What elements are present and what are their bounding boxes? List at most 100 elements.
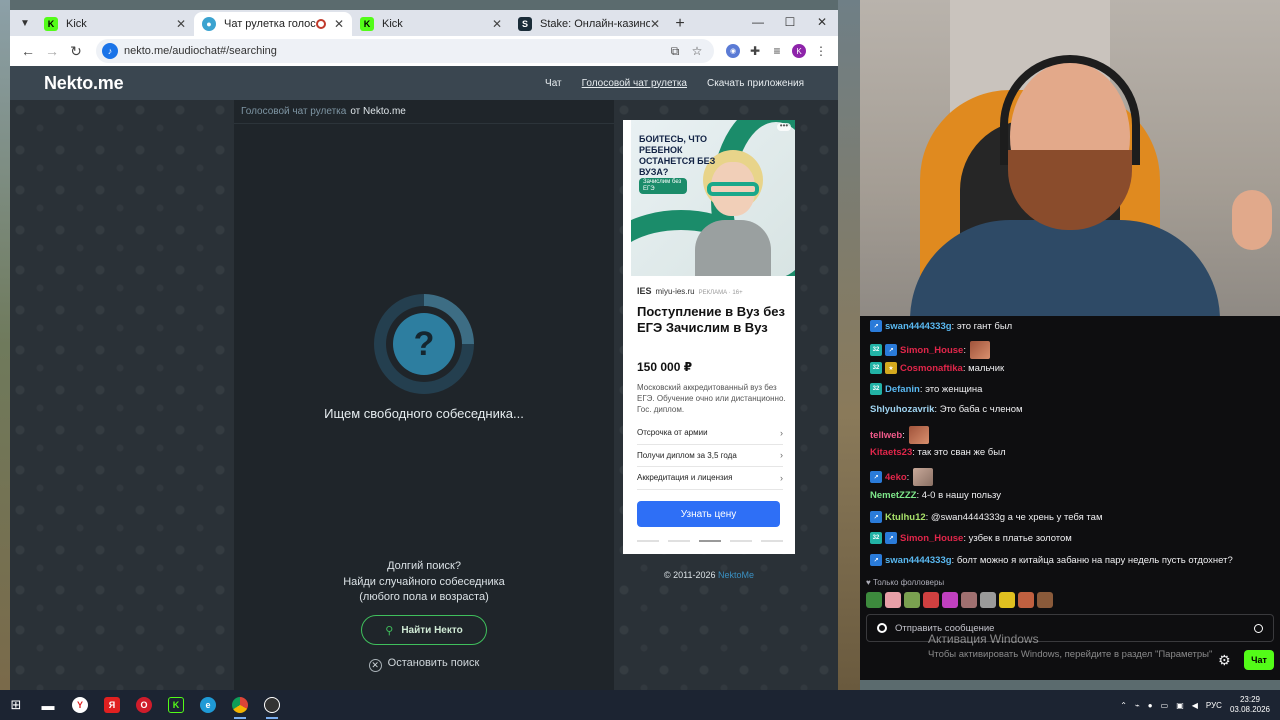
chat-username[interactable]: 4eko <box>885 472 907 483</box>
close-window-icon[interactable]: ✕ <box>806 10 838 34</box>
profile-avatar[interactable]: K <box>788 40 810 62</box>
usb-icon[interactable]: ⌁ <box>1135 701 1140 710</box>
emote-picker-item[interactable] <box>999 592 1015 608</box>
emote-picker-item[interactable] <box>980 592 996 608</box>
extensions-puzzle-icon[interactable]: ✚ <box>744 40 766 62</box>
emote-picker-item[interactable] <box>961 592 977 608</box>
emoji-icon[interactable] <box>1254 623 1263 633</box>
windows-start-icon[interactable]: ⊞ <box>0 690 32 720</box>
emote-picker-item[interactable] <box>1037 592 1053 608</box>
ad-options-icon[interactable]: ••• <box>777 122 791 131</box>
yandex-browser-icon[interactable]: Y <box>64 690 96 720</box>
emote-picker-item[interactable] <box>942 592 958 608</box>
copyright-link[interactable]: NektoMe <box>718 570 754 580</box>
media-queue-icon[interactable]: ≡ <box>766 40 788 62</box>
tab-search-icon[interactable]: ▼ <box>14 12 36 34</box>
clock[interactable]: 23:29 03.08.2026 <box>1230 695 1270 715</box>
ad-title[interactable]: Поступление в Вуз без ЕГЭ Зачислим в Вуз <box>637 304 787 336</box>
chat-username[interactable]: Kitaets23 <box>870 447 912 458</box>
language-indicator[interactable]: РУС <box>1206 701 1222 710</box>
chat-username[interactable]: Cosmonaftika <box>900 363 963 374</box>
ad-cta-button[interactable]: Узнать цену <box>637 501 780 527</box>
url-text[interactable]: nekto.me/audiochat#/searching <box>124 45 664 57</box>
volume-icon[interactable]: ◀ <box>1192 701 1198 710</box>
new-tab-button[interactable]: + <box>668 12 692 36</box>
chat-username[interactable]: Simon_House <box>900 345 963 356</box>
emote-picker-item[interactable] <box>866 592 882 608</box>
back-icon[interactable]: ← <box>16 39 40 63</box>
cast-icon[interactable]: ⧉ <box>664 44 686 59</box>
site-logo[interactable]: Nekto.me <box>44 73 124 94</box>
emote-picker-item[interactable] <box>1018 592 1034 608</box>
ad-link-item[interactable]: Аккредитация и лицензия › <box>637 467 783 490</box>
ad-image[interactable]: БОИТЕСЬ, ЧТО РЕБЕНОК ОСТАНЕТСЯ БЕЗ ВУЗА?… <box>631 120 795 276</box>
stop-search-button[interactable]: ✕ Остановить поиск <box>234 657 614 672</box>
chat-username[interactable]: swan4444333g <box>885 321 952 332</box>
emote-picker-item[interactable] <box>904 592 920 608</box>
long-search-hint: Долгий поиск? Найди случайного собеседни… <box>234 559 614 606</box>
nav-chat[interactable]: Чат <box>545 78 562 89</box>
yandex-icon[interactable]: Я <box>96 690 128 720</box>
spinner-ring: ? <box>374 294 474 394</box>
close-icon[interactable]: ✕ <box>492 17 502 31</box>
address-bar[interactable]: ♪ nekto.me/audiochat#/searching ⧉ ☆ <box>96 39 714 63</box>
chevron-up-icon[interactable]: ⌃ <box>1120 701 1127 710</box>
power-icon[interactable]: ▭ <box>1161 701 1169 710</box>
browser-window: ▼ K Kick ✕ ● Чат рулетка голосовая — ✕ K… <box>10 10 838 690</box>
nav-download-apps[interactable]: Скачать приложения <box>707 78 804 89</box>
forward-icon[interactable]: → <box>40 39 64 63</box>
chat-username[interactable]: Shlyuhozavrik <box>870 404 934 415</box>
close-icon[interactable]: ✕ <box>176 17 186 31</box>
minimize-icon[interactable]: — <box>742 10 774 34</box>
desktop-background <box>838 0 860 690</box>
chat-username[interactable]: Simon_House <box>900 533 963 544</box>
chat-username[interactable]: NemetZZZ <box>870 490 916 501</box>
tab-kick-1[interactable]: K Kick ✕ <box>36 12 194 36</box>
webcam-feed <box>860 0 1280 316</box>
search-spinner: ? <box>374 294 474 394</box>
send-chat-button[interactable]: Чат <box>1244 650 1274 670</box>
maximize-icon[interactable]: ☐ <box>774 10 806 34</box>
bookmark-star-icon[interactable]: ☆ <box>686 44 708 58</box>
obs-icon[interactable] <box>256 690 288 720</box>
microphone-icon[interactable]: ● <box>1148 701 1153 710</box>
reload-icon[interactable]: ↻ <box>64 39 88 63</box>
close-icon[interactable]: ✕ <box>650 17 660 31</box>
extension-icon[interactable]: ◉ <box>722 40 744 62</box>
edge-icon[interactable]: e <box>192 690 224 720</box>
tab-kick-2[interactable]: K Kick ✕ <box>352 12 510 36</box>
chat-username[interactable]: swan4444333g <box>885 555 952 566</box>
ad-link-item[interactable]: Получи диплом за 3,5 года › <box>637 445 783 467</box>
tab-title: Kick <box>66 18 87 30</box>
microphone-site-icon[interactable]: ♪ <box>102 43 118 59</box>
emote-picker-item[interactable] <box>885 592 901 608</box>
gear-icon[interactable]: ⚙ <box>1218 652 1231 669</box>
nav-voice-roulette[interactable]: Голосовой чат рулетка <box>582 78 687 89</box>
close-icon[interactable]: ✕ <box>334 17 344 31</box>
breadcrumb-link[interactable]: Голосовой чат рулетка <box>241 106 346 117</box>
find-nekto-button[interactable]: ⚲ Найти Некто <box>361 615 487 645</box>
chat-username[interactable]: Ktulhu12 <box>885 512 926 523</box>
network-icon[interactable]: ▣ <box>1176 701 1184 710</box>
chrome-icon[interactable] <box>224 690 256 720</box>
chat-text: : <box>906 471 910 483</box>
chat-username[interactable]: tellweb <box>870 430 902 441</box>
chat-username[interactable]: Defanin <box>885 384 920 395</box>
ad-domain[interactable]: miyu-ies.ru <box>656 287 695 296</box>
emote-picker-item[interactable] <box>923 592 939 608</box>
ad-image-headline: БОИТЕСЬ, ЧТО РЕБЕНОК ОСТАНЕТСЯ БЕЗ ВУЗА? <box>639 134 716 177</box>
ad-link-item[interactable]: Отсрочка от армии › <box>637 422 783 445</box>
chat-message: ↗ 4eko: <box>870 468 934 486</box>
file-explorer-icon[interactable]: ▬ <box>32 690 64 720</box>
tab-nekto[interactable]: ● Чат рулетка голосовая — ✕ <box>194 12 352 36</box>
tab-stake[interactable]: S Stake: Онлайн-казино и ставк ✕ <box>510 12 668 36</box>
advertisement[interactable]: БОИТЕСЬ, ЧТО РЕБЕНОК ОСТАНЕТСЯ БЕЗ ВУЗА?… <box>623 120 795 554</box>
background-pattern <box>10 100 234 690</box>
opera-icon[interactable]: O <box>128 690 160 720</box>
ad-links: Отсрочка от армии › Получи диплом за 3,5 … <box>637 422 783 490</box>
ad-image-pill: Зачислим без ЕГЭ <box>639 178 687 194</box>
kick-app-icon[interactable]: K <box>160 690 192 720</box>
gift-badge-icon: ★ <box>885 362 897 374</box>
menu-kebab-icon[interactable]: ⋮ <box>810 40 832 62</box>
window-controls: — ☐ ✕ <box>742 10 838 34</box>
